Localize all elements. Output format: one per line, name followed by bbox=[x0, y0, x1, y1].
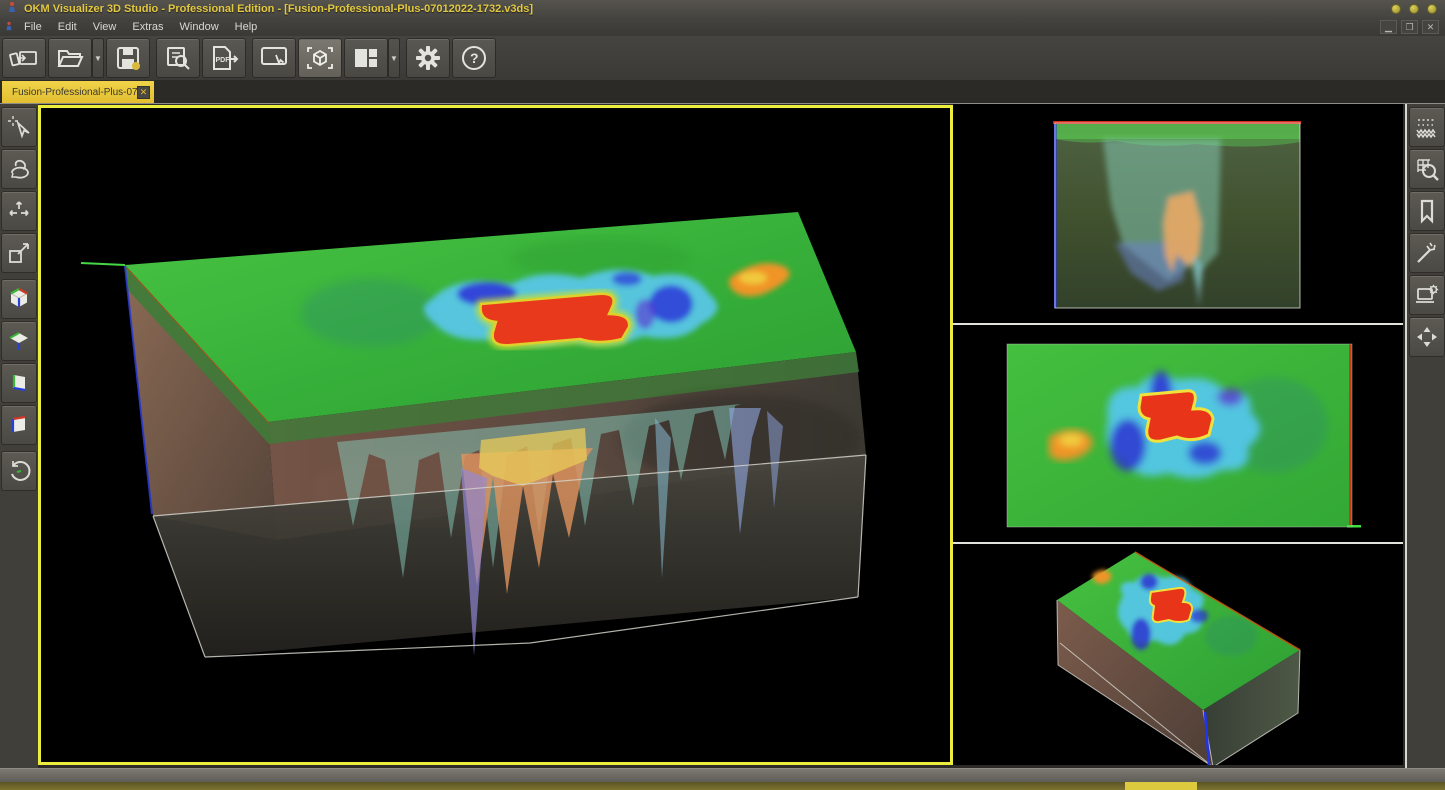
reset-rotation-button[interactable] bbox=[1, 451, 37, 491]
secondary-views-column bbox=[953, 104, 1403, 765]
close-button[interactable] bbox=[1427, 4, 1437, 14]
main-3d-viewport[interactable] bbox=[38, 105, 953, 765]
minimize-button[interactable] bbox=[1391, 4, 1401, 14]
layout-dropdown[interactable]: ▼ bbox=[388, 38, 400, 78]
tab-label: Fusion-Professional-Plus-07... bbox=[12, 87, 137, 98]
help-button[interactable]: ? bbox=[452, 38, 496, 78]
menu-help[interactable]: Help bbox=[227, 20, 266, 34]
pan-tool-button[interactable] bbox=[1, 191, 37, 231]
probe-tool-button[interactable] bbox=[1409, 233, 1445, 273]
mdi-minimize-button[interactable]: ▁ bbox=[1380, 20, 1397, 34]
view-front-button[interactable] bbox=[1, 405, 37, 445]
document-tab-bar: Fusion-Professional-Plus-07... ✕ bbox=[0, 80, 1445, 103]
scan-3d-scene bbox=[41, 108, 950, 762]
window-title: OKM Visualizer 3D Studio - Professional … bbox=[24, 3, 533, 15]
svg-text:PDF: PDF bbox=[216, 57, 231, 64]
settings-button[interactable] bbox=[406, 38, 450, 78]
svg-text:?: ? bbox=[470, 50, 479, 66]
mdi-window-controls: ▁ ❐ ✕ bbox=[1380, 20, 1439, 34]
zoom-tool-button[interactable] bbox=[1, 233, 37, 273]
view-side-button[interactable] bbox=[1, 363, 37, 403]
save-button[interactable] bbox=[106, 38, 150, 78]
select-tool-button[interactable] bbox=[1, 107, 37, 147]
ground-signal-button[interactable] bbox=[1409, 107, 1445, 147]
bottom-strip-highlight bbox=[1125, 782, 1197, 790]
axis-line-orange bbox=[1349, 344, 1352, 527]
left-tool-strip bbox=[0, 104, 38, 768]
bookmark-button[interactable] bbox=[1409, 191, 1445, 231]
device-settings-button[interactable] bbox=[1409, 275, 1445, 315]
mdi-restore-button[interactable]: ❐ bbox=[1401, 20, 1418, 34]
import-scan-button[interactable] bbox=[2, 38, 46, 78]
cross-section-viewport[interactable] bbox=[953, 105, 1403, 323]
view-top-button[interactable] bbox=[1, 321, 37, 361]
open-file-dropdown[interactable]: ▼ bbox=[92, 38, 104, 78]
status-bar bbox=[0, 768, 1445, 782]
title-bar: OKM Visualizer 3D Studio - Professional … bbox=[0, 0, 1445, 18]
maximize-button[interactable] bbox=[1409, 4, 1419, 14]
tab-close-button[interactable]: ✕ bbox=[137, 86, 150, 99]
menu-bar: File Edit View Extras Window Help bbox=[0, 18, 1445, 36]
grid-search-button[interactable] bbox=[1409, 149, 1445, 189]
perspective-thumbnail-viewport[interactable] bbox=[953, 544, 1403, 765]
menu-view[interactable]: View bbox=[85, 20, 125, 34]
menu-edit[interactable]: Edit bbox=[50, 20, 85, 34]
layout-button[interactable] bbox=[344, 38, 388, 78]
menu-extras[interactable]: Extras bbox=[124, 20, 171, 34]
view-3d-button[interactable] bbox=[298, 38, 342, 78]
view-3d-cube-button[interactable] bbox=[1, 279, 37, 319]
right-tool-strip bbox=[1405, 104, 1445, 768]
export-pdf-button[interactable]: PDF bbox=[202, 38, 246, 78]
main-toolbar: ▼ PDF bbox=[0, 36, 1445, 80]
rotate-tool-button[interactable] bbox=[1, 149, 37, 189]
screenshot-button[interactable] bbox=[252, 38, 296, 78]
mdi-close-button[interactable]: ✕ bbox=[1422, 20, 1439, 34]
move-pad-button[interactable] bbox=[1409, 317, 1445, 357]
app-icon-small bbox=[4, 18, 14, 36]
report-preview-button[interactable] bbox=[156, 38, 200, 78]
menu-window[interactable]: Window bbox=[172, 20, 227, 34]
bottom-accent-strip bbox=[0, 782, 1445, 790]
menu-file[interactable]: File bbox=[16, 20, 50, 34]
active-document-tab[interactable]: Fusion-Professional-Plus-07... ✕ bbox=[2, 81, 154, 103]
plan-viewport[interactable] bbox=[953, 325, 1403, 542]
open-file-button[interactable] bbox=[48, 38, 92, 78]
app-icon bbox=[6, 0, 18, 18]
